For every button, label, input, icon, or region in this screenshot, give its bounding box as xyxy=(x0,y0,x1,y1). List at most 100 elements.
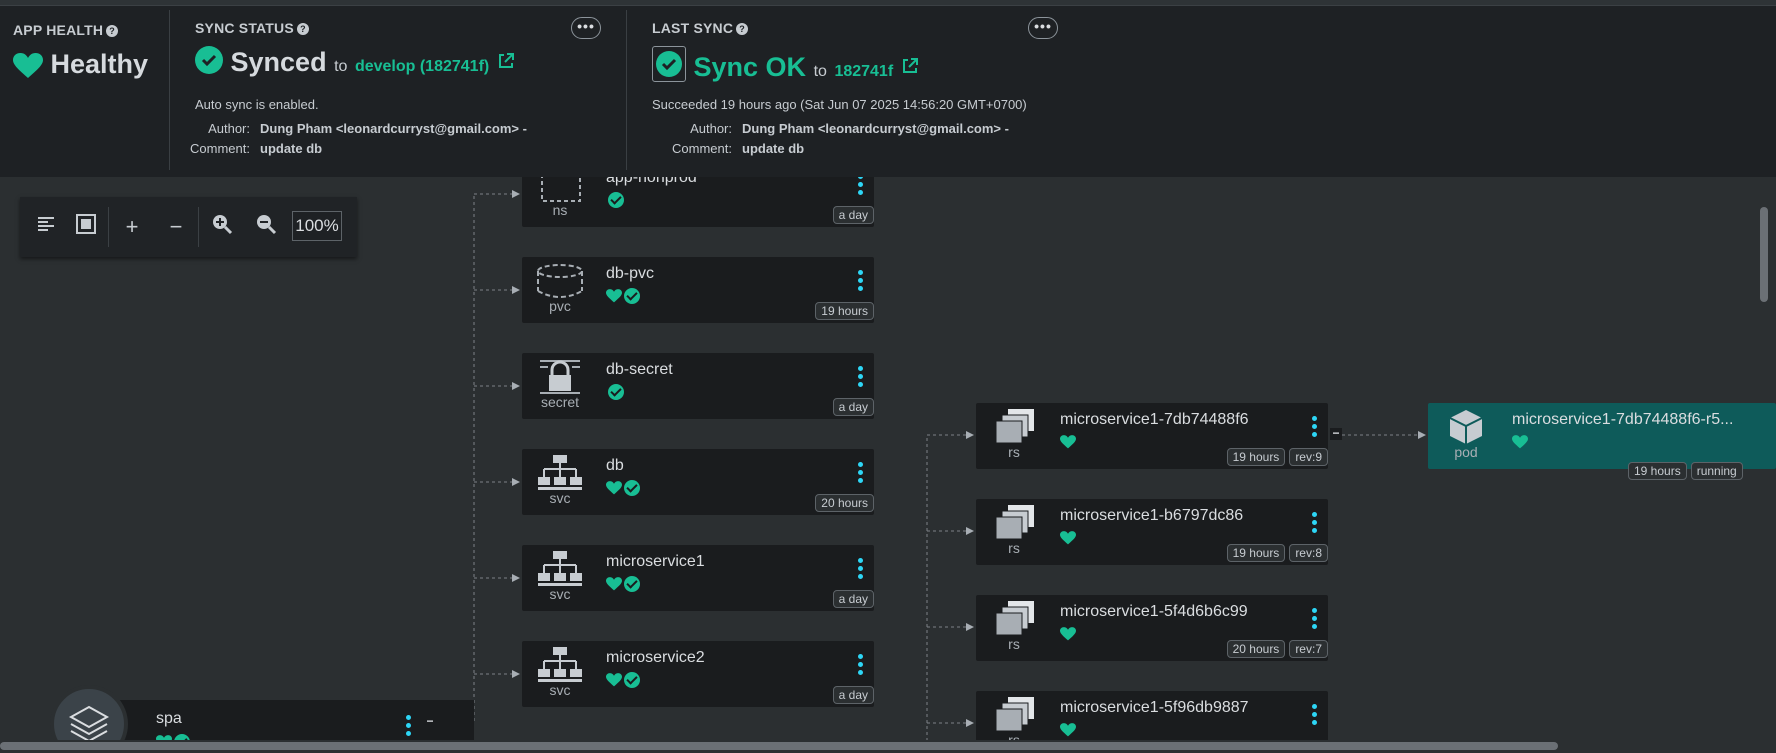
collapse-toggle[interactable]: − xyxy=(1330,427,1342,440)
replicaset-icon xyxy=(990,695,1038,735)
resource-badges: a day xyxy=(832,686,874,704)
node-menu-icon[interactable] xyxy=(854,269,866,295)
resource-kind: secret xyxy=(540,394,580,410)
pod-kind: pod xyxy=(1454,444,1478,460)
app-status-panel: APP HEALTH? Healthy SYNC STATUS? ••• Syn… xyxy=(0,6,1776,177)
secret-icon xyxy=(536,357,584,397)
last-sync-comment-row: Comment: update db xyxy=(672,141,805,156)
replicaset-status-icons xyxy=(1060,625,1076,643)
replicaset-name: microservice1-7db74488f6 xyxy=(1060,411,1249,428)
resource-kind: rs xyxy=(1008,636,1020,652)
revision-badge: rev:9 xyxy=(1289,448,1328,466)
collapse-icon[interactable]: − xyxy=(162,213,190,241)
heart-icon xyxy=(1060,530,1076,545)
node-menu-icon[interactable] xyxy=(1308,511,1320,537)
app-health-title: APP HEALTH? xyxy=(13,22,119,38)
pod-name: microservice1-7db74488f6-r5... xyxy=(1512,411,1734,428)
resource-badges: a day xyxy=(832,398,874,416)
fit-view-icon[interactable] xyxy=(72,213,100,241)
zoom-level-input[interactable]: 100% xyxy=(292,211,342,241)
graph-toolbar: + − 100% xyxy=(20,197,357,257)
node-menu-icon[interactable] xyxy=(854,365,866,391)
heart-icon xyxy=(606,288,622,303)
resource-kind: svc xyxy=(549,682,571,698)
resource-badges: a day xyxy=(832,206,874,224)
resource-kind: pvc xyxy=(549,298,571,314)
resource-status-icons xyxy=(606,575,640,593)
sync-status-more-button[interactable]: ••• xyxy=(571,17,601,39)
external-link-icon[interactable] xyxy=(497,52,515,70)
zoom-out-icon[interactable] xyxy=(252,213,280,241)
sync-comment-row: Comment: update db xyxy=(190,141,323,156)
check-circle-icon xyxy=(624,287,640,304)
heart-icon xyxy=(606,576,622,591)
age-badge: 19 hours xyxy=(1628,462,1687,480)
resource-status-icons xyxy=(606,287,640,305)
check-circle-icon xyxy=(608,191,624,208)
replicaset-badges: 19 hours rev:8 xyxy=(1226,544,1328,562)
service-icon xyxy=(536,453,584,493)
resource-badges: a day xyxy=(832,590,874,608)
pod-icon xyxy=(1442,407,1490,447)
replicaset-node[interactable]: rs microservice1-5f4d6b6c99 20 hours rev:7 xyxy=(976,595,1328,661)
external-link-icon[interactable] xyxy=(901,57,919,75)
pod-badges: 19 hours running xyxy=(1628,462,1743,480)
heart-icon xyxy=(1060,434,1076,449)
node-menu-icon[interactable] xyxy=(854,557,866,583)
replicaset-name: microservice1-b6797dc86 xyxy=(1060,507,1244,524)
resource-tree-graph[interactable]: + − 100% spa − ns app-nonprod a day pvc db-p… xyxy=(0,177,1776,753)
heart-icon xyxy=(1060,626,1076,641)
check-circle-icon xyxy=(195,46,223,74)
replicaset-icon xyxy=(990,407,1038,447)
list-view-icon[interactable] xyxy=(32,213,60,241)
help-icon[interactable]: ? xyxy=(736,23,749,35)
node-menu-icon[interactable] xyxy=(1308,703,1320,729)
node-menu-icon[interactable] xyxy=(854,461,866,487)
age-badge: 19 hours xyxy=(815,302,874,320)
vertical-scrollbar[interactable] xyxy=(1760,207,1768,302)
resource-node-svc[interactable]: svc microservice2 a day xyxy=(522,641,874,707)
expand-icon[interactable]: + xyxy=(118,213,146,241)
age-badge: a day xyxy=(832,590,874,608)
root-app-menu-icon[interactable] xyxy=(402,714,414,739)
replicaset-node[interactable]: rs microservice1-b6797dc86 19 hours rev:8 xyxy=(976,499,1328,565)
replicaset-status-icons xyxy=(1060,721,1076,739)
app-health-status: Healthy xyxy=(13,49,148,80)
resource-name: microservice2 xyxy=(606,649,705,666)
zoom-in-icon[interactable] xyxy=(208,213,236,241)
node-menu-icon[interactable] xyxy=(1308,607,1320,633)
resource-node-secret[interactable]: secret db-secret a day xyxy=(522,353,874,419)
last-sync-more-button[interactable]: ••• xyxy=(1028,17,1058,39)
resource-name: db xyxy=(606,457,624,474)
node-menu-icon[interactable] xyxy=(1308,415,1320,441)
resource-status-icons xyxy=(606,191,624,209)
help-icon[interactable]: ? xyxy=(106,25,119,37)
resource-node-ns[interactable]: ns app-nonprod a day xyxy=(522,177,874,227)
replicaset-icon xyxy=(990,503,1038,543)
sync-revision-link[interactable]: develop (182741f) xyxy=(355,58,489,75)
heart-icon xyxy=(13,52,43,78)
revision-badge: rev:8 xyxy=(1289,544,1328,562)
age-badge: a day xyxy=(832,398,874,416)
resource-node-svc[interactable]: svc db 20 hours xyxy=(522,449,874,515)
heart-icon xyxy=(606,480,622,495)
horizontal-scrollbar[interactable] xyxy=(0,742,1558,750)
node-menu-icon[interactable] xyxy=(854,653,866,679)
resource-node-svc[interactable]: svc microservice1 a day xyxy=(522,545,874,611)
age-badge: a day xyxy=(832,686,874,704)
help-icon[interactable]: ? xyxy=(296,23,309,35)
resource-node-pvc[interactable]: pvc db-pvc 19 hours xyxy=(522,257,874,323)
replicaset-node[interactable]: rs microservice1-7db74488f6 19 hours rev:9 xyxy=(976,403,1328,469)
resource-kind: ns xyxy=(552,202,568,218)
service-icon xyxy=(536,549,584,589)
pod-node[interactable]: pod microservice1-7db74488f6-r5... xyxy=(1428,403,1776,469)
last-sync-author-row: Author: Dung Pham <leonardcurryst@gmail.c… xyxy=(690,121,1009,136)
check-circle-icon xyxy=(624,671,640,688)
collapse-toggle[interactable]: − xyxy=(424,715,436,728)
last-sync-revision-link[interactable]: 182741f xyxy=(834,63,893,80)
node-menu-icon[interactable] xyxy=(854,177,866,199)
check-circle-icon xyxy=(624,575,640,592)
last-sync-value: Sync OK to 182741f xyxy=(652,46,919,83)
replicaset-name: microservice1-5f4d6b6c99 xyxy=(1060,603,1248,620)
divider xyxy=(626,10,627,170)
